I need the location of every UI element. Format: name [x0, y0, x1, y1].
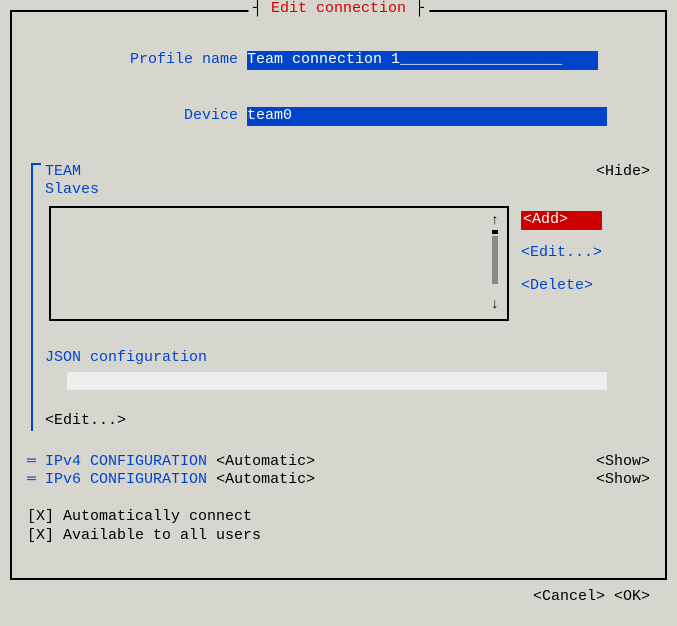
title-bracket-close: ├ [406, 0, 424, 17]
edit-slave-button[interactable]: <Edit...> [521, 244, 602, 263]
device-label: Device [63, 107, 238, 126]
profile-row: Profile name Team connection 1__________… [27, 32, 650, 88]
profile-name-input[interactable]: Team connection 1__________________ [247, 51, 598, 70]
slaves-label: Slaves [45, 181, 650, 200]
dialog-buttons: <Cancel> <OK> [27, 570, 650, 626]
ok-button[interactable]: <OK> [614, 588, 650, 605]
ipv6-row: ═ IPv6 CONFIGURATION <Automatic> <Show> [27, 471, 650, 490]
ipv4-row: ═ IPv4 CONFIGURATION <Automatic> <Show> [27, 453, 650, 472]
scroll-down-icon[interactable]: ↓ [491, 297, 499, 315]
add-button[interactable]: <Add> [521, 211, 602, 230]
title-bracket-open: ┤ [253, 0, 271, 17]
scroll-thumb-cap [492, 230, 498, 234]
ipv6-marker: ═ [27, 471, 36, 488]
ipv6-mode-select[interactable]: <Automatic> [216, 471, 315, 488]
profile-label: Profile name [63, 51, 238, 70]
dialog-title-bar: ┤ Edit connection ├ [248, 0, 429, 19]
ipv4-mode-select[interactable]: <Automatic> [216, 453, 315, 470]
ipv6-show-button[interactable]: <Show> [596, 471, 650, 490]
device-row: Device team0 [27, 88, 650, 144]
hide-button[interactable]: <Hide> [596, 163, 650, 182]
team-heading: TEAM [45, 163, 81, 182]
ipv4-marker: ═ [27, 453, 36, 470]
ipv6-label: IPv6 CONFIGURATION [45, 471, 207, 488]
device-input[interactable]: team0 [247, 107, 607, 126]
scroll-up-icon[interactable]: ↑ [491, 213, 499, 231]
slaves-list[interactable]: ↑ ↓ [49, 206, 509, 321]
dialog-frame: ┤ Edit connection ├ Profile name Team co… [10, 10, 667, 580]
all-users-checkbox[interactable]: [X] Available to all users [27, 527, 650, 546]
scroll-track[interactable] [492, 236, 498, 284]
dialog-title: Edit connection [271, 0, 406, 17]
ipv4-label: IPv4 CONFIGURATION [45, 453, 207, 470]
checkbox-section: [X] Automatically connect [X] Available … [27, 508, 650, 546]
slaves-buttons: <Add> <Edit...> <Delete> [521, 211, 602, 295]
team-section-border [31, 165, 33, 431]
edit-json-button[interactable]: <Edit...> [45, 412, 650, 431]
cancel-button[interactable]: <Cancel> [533, 588, 605, 605]
delete-slave-button[interactable]: <Delete> [521, 277, 602, 296]
json-config-input[interactable] [67, 372, 607, 390]
json-config-label: JSON configuration [45, 349, 650, 368]
auto-connect-checkbox[interactable]: [X] Automatically connect [27, 508, 650, 527]
ip-config-section: ═ IPv4 CONFIGURATION <Automatic> <Show> … [27, 453, 650, 491]
team-section: TEAM <Hide> Slaves ↑ ↓ <Add> <Edit...> <… [27, 163, 650, 431]
ipv4-show-button[interactable]: <Show> [596, 453, 650, 472]
